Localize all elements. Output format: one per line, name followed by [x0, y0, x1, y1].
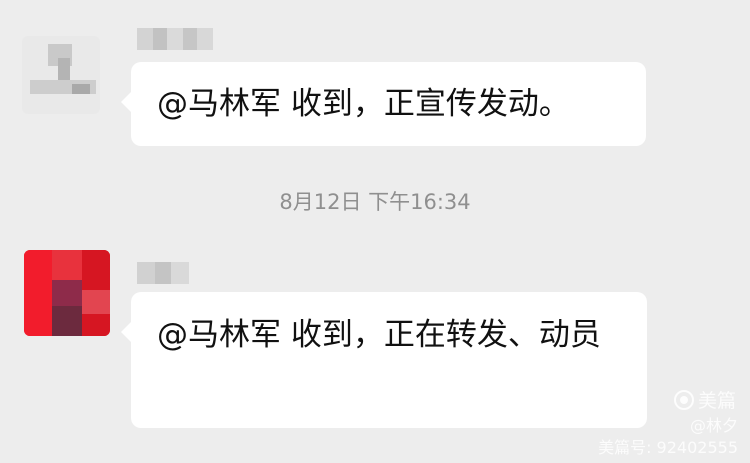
- meipian-logo-icon: [673, 389, 694, 410]
- message-text: @马林军 收到，正宣传发动。: [157, 86, 570, 122]
- timestamp: 8月12日 下午16:34: [279, 190, 471, 214]
- message-text: @马林军 收到，正在转发、动员: [157, 317, 601, 353]
- sender-avatar-blurred[interactable]: [24, 250, 110, 336]
- sender-name-blurred: [137, 28, 213, 50]
- watermark-app-name: 美篇: [697, 390, 736, 412]
- watermark-id: 美篇号: 92402555: [598, 438, 738, 457]
- sender-name-blurred: [137, 262, 189, 284]
- message-bubble[interactable]: @马林军 收到，正在转发、动员: [121, 292, 647, 428]
- message-bubble[interactable]: @马林军 收到，正宣传发动。: [121, 62, 646, 146]
- watermark-user: @林夕: [689, 416, 738, 435]
- watermark-logo: 美篇: [673, 386, 736, 413]
- sender-avatar-blurred[interactable]: [22, 36, 100, 114]
